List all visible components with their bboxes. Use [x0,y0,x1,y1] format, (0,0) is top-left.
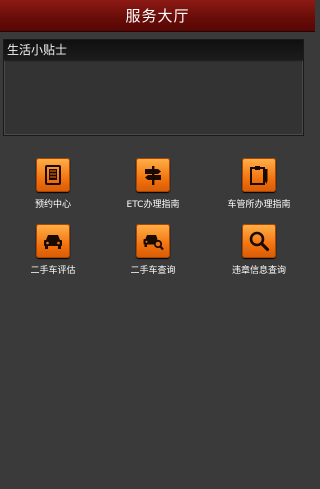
tips-title: 生活小贴士 [4,40,303,62]
signpost-icon [136,158,170,192]
service-label: 违章信息查询 [231,266,286,276]
magnifier-icon [242,224,276,258]
service-used-car-search[interactable]: 二手车查询 [100,216,206,278]
clipboard-icon [242,158,276,192]
service-appointment-center[interactable]: 预约中心 [0,150,106,212]
car-icon [36,224,70,258]
service-violation-query[interactable]: 违章信息查询 [206,216,312,278]
service-label: 预约中心 [34,200,71,210]
service-label: 车管所办理指南 [227,200,291,210]
document-icon [36,158,70,192]
tips-panel: 生活小贴士 [3,39,304,136]
service-etc-guide[interactable]: ETC办理指南 [100,150,206,212]
title-bar: 服务大厅 [0,0,315,32]
car-search-icon [136,224,170,258]
page-title: 服务大厅 [125,7,190,25]
service-label: 二手车查询 [130,266,176,276]
service-label: 二手车评估 [30,266,76,276]
service-dmv-guide[interactable]: 车管所办理指南 [206,150,312,212]
service-label: ETC办理指南 [126,200,180,210]
service-used-car-valuation[interactable]: 二手车评估 [0,216,106,278]
